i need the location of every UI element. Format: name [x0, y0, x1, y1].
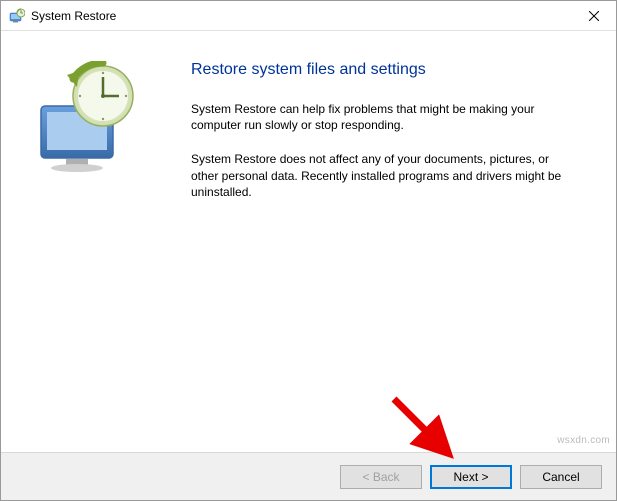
system-restore-window: System Restore: [0, 0, 617, 501]
description-paragraph-1: System Restore can help fix problems tha…: [191, 101, 576, 133]
left-pane: [1, 31, 181, 452]
button-bar: < Back Next > Cancel: [1, 452, 616, 500]
system-restore-graphic-icon: [31, 170, 151, 184]
close-icon: [589, 11, 599, 21]
system-restore-icon: [9, 8, 25, 24]
right-pane: Restore system files and settings System…: [181, 31, 616, 452]
content-area: Restore system files and settings System…: [1, 31, 616, 452]
titlebar: System Restore: [1, 1, 616, 31]
description-paragraph-2: System Restore does not affect any of yo…: [191, 151, 576, 200]
window-title: System Restore: [31, 9, 116, 23]
back-button: < Back: [340, 465, 422, 489]
next-button[interactable]: Next >: [430, 465, 512, 489]
close-button[interactable]: [571, 1, 616, 30]
page-heading: Restore system files and settings: [191, 61, 576, 79]
cancel-button[interactable]: Cancel: [520, 465, 602, 489]
attribution-text: wsxdn.com: [557, 435, 610, 446]
